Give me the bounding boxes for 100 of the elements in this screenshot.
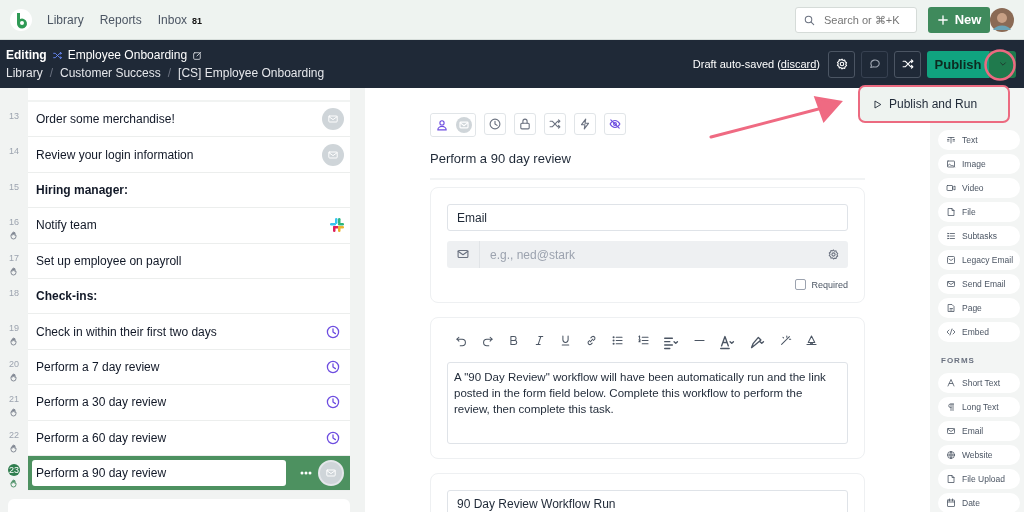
code-icon — [946, 327, 956, 337]
label-field[interactable]: 90 Day Review Workflow Run — [447, 490, 848, 512]
link-icon[interactable] — [585, 334, 598, 347]
palette-item[interactable]: File — [938, 202, 1020, 222]
task-row[interactable]: Check-ins: — [28, 278, 350, 315]
undo-icon[interactable] — [455, 334, 468, 347]
section-heading: FORMS — [941, 356, 976, 365]
palette-item[interactable]: Email — [938, 421, 1020, 441]
clear-format-icon[interactable] — [779, 334, 792, 347]
palette-item[interactable]: Short Text — [938, 373, 1020, 393]
palette-item[interactable]: Send Email — [938, 274, 1020, 294]
palette-item[interactable]: Legacy Email — [938, 250, 1020, 270]
palette-item[interactable]: Date — [938, 493, 1020, 512]
line-number: 19 — [8, 322, 20, 335]
line-number: 22 — [8, 428, 20, 441]
email-badge-icon — [318, 460, 344, 487]
line-number: 15 — [8, 180, 20, 193]
person-icon — [435, 118, 449, 132]
highlight-icon[interactable] — [749, 334, 766, 351]
required-checkbox[interactable] — [795, 279, 807, 290]
breadcrumb-link[interactable]: [CS] Employee Onboarding — [178, 66, 325, 80]
task-row[interactable]: Order some merchandise! — [28, 102, 350, 138]
bullet-list-icon[interactable] — [611, 334, 624, 347]
menu-item[interactable]: Publish and Run — [858, 85, 1010, 123]
text-color-icon[interactable] — [719, 334, 736, 351]
task-row[interactable]: Notify team — [28, 208, 350, 244]
paragraph-icon — [946, 402, 956, 412]
breadcrumb-link[interactable]: Customer Success — [60, 66, 161, 80]
task-row[interactable]: Review your login information — [28, 137, 350, 173]
logo-icon[interactable] — [10, 8, 32, 31]
image-icon — [946, 159, 956, 169]
lock-icon — [518, 117, 532, 131]
email-field[interactable]: e.g., ned@stark — [447, 241, 848, 268]
task-row[interactable]: Perform a 7 day review — [28, 349, 350, 386]
bolt-icon — [578, 117, 592, 131]
nav-link[interactable]: Reports — [99, 12, 142, 27]
task-title: Notify team — [36, 218, 98, 233]
palette-item[interactable]: Image — [938, 154, 1020, 174]
task-row[interactable]: Hiring manager: — [28, 172, 350, 209]
due-date-button[interactable] — [484, 113, 506, 135]
task-title: Perform a 90 day review — [32, 460, 286, 487]
text-editor[interactable]: A "90 Day Review" workflow will have been automatically run and the link posted in the form field below. Complete this workflow to perform the review, then complete this task. — [447, 362, 848, 444]
numbered-list-icon[interactable] — [637, 334, 650, 347]
task-row[interactable]: Perform a 30 day review — [28, 385, 350, 421]
task-row[interactable]: Check in within their first two days — [28, 314, 350, 350]
comment-button[interactable] — [861, 50, 888, 78]
settings-icon[interactable] — [827, 248, 840, 261]
permissions-button[interactable] — [514, 113, 536, 135]
avatar[interactable] — [990, 7, 1014, 32]
visibility-button[interactable] — [604, 113, 626, 135]
shuffle-button[interactable] — [894, 50, 921, 78]
breadcrumb-link[interactable]: Library — [6, 66, 43, 80]
bold-icon[interactable] — [507, 334, 520, 347]
highlight-circle — [984, 49, 1016, 81]
task-title: Set up employee on payroll — [36, 253, 183, 268]
list-icon — [946, 231, 956, 241]
line-number: 21 — [8, 393, 20, 406]
workflow-icon — [51, 49, 63, 61]
automation-button[interactable] — [574, 113, 596, 135]
nav-link[interactable]: Library — [47, 12, 84, 27]
italic-icon[interactable] — [533, 334, 546, 347]
conditional-button[interactable] — [544, 113, 566, 135]
breadcrumb-separator: / — [167, 66, 172, 80]
redo-icon[interactable] — [481, 334, 494, 347]
task-title: Perform a 7 day review — [36, 359, 161, 374]
task-title: Perform a 30 day review — [36, 395, 168, 410]
palette-item[interactable]: Subtasks — [938, 226, 1020, 246]
envelope-icon — [456, 247, 470, 261]
envelope-icon — [946, 426, 956, 436]
palette-item[interactable]: Page — [938, 298, 1020, 318]
palette-item[interactable]: Embed — [938, 322, 1020, 342]
label-field[interactable]: Email — [447, 204, 848, 231]
palette-item[interactable]: Website — [938, 445, 1020, 465]
draft-status: Draft auto-saved (discard) — [692, 58, 820, 70]
section-heading: Hiring manager: — [36, 182, 129, 197]
palette-item[interactable]: Long Text — [938, 397, 1020, 417]
task-title: Perform a 60 day review — [36, 430, 168, 445]
search-field[interactable]: Search or ⌘+K — [795, 6, 917, 33]
new-button[interactable]: New — [928, 6, 990, 33]
clock-icon — [488, 117, 502, 131]
plus-icon — [936, 13, 949, 26]
calendar-icon — [946, 498, 956, 508]
task-row[interactable]: Perform a 90 day review — [28, 455, 350, 492]
play-icon — [872, 98, 883, 110]
palette-item[interactable]: Video — [938, 178, 1020, 198]
line-number: 17 — [8, 251, 20, 264]
breadcrumb-separator: / — [49, 66, 54, 80]
publish-button[interactable]: Publish — [927, 50, 989, 78]
more-icon[interactable] — [300, 471, 312, 476]
underline-icon[interactable] — [559, 334, 572, 347]
nav-link[interactable]: Inbox 81 — [157, 12, 203, 27]
settings-button[interactable] — [828, 50, 855, 78]
edit-icon[interactable] — [192, 49, 204, 61]
palette-item[interactable]: Text — [938, 130, 1020, 150]
task-row[interactable]: Perform a 60 day review — [28, 420, 350, 456]
task-row[interactable]: Set up employee on payroll — [28, 243, 350, 279]
search-icon — [803, 13, 816, 27]
line-number: 13 — [8, 110, 20, 122]
palette-item[interactable]: File Upload — [938, 469, 1020, 489]
email-badge-icon — [322, 143, 344, 166]
